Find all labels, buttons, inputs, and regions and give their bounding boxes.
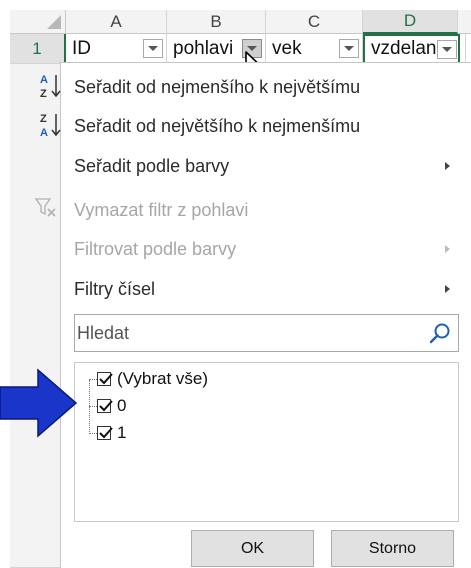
cell-a1[interactable]: ID <box>66 34 167 64</box>
row-headers <box>10 64 66 568</box>
search-box[interactable]: Hledat <box>74 314 459 352</box>
svg-text:A: A <box>40 127 48 139</box>
checklist-item-label: (Vybrat vše) <box>117 369 209 388</box>
clear-filter-icon <box>34 197 57 223</box>
check-icon <box>99 400 113 412</box>
column-letter: B <box>210 11 222 31</box>
column-header-e[interactable] <box>458 10 471 34</box>
checkbox[interactable] <box>97 399 113 413</box>
cell-text: vek <box>272 37 302 59</box>
tree-line <box>89 406 97 407</box>
number-filters-label: Filtry čísel <box>74 278 155 299</box>
sort-ascending-item[interactable]: AZ Seřadit od nejmenšího k největšímu <box>40 68 471 106</box>
checklist-item-1[interactable]: 1 <box>97 422 126 444</box>
svg-text:Z: Z <box>40 88 47 100</box>
column-header-d[interactable]: D <box>363 10 458 34</box>
cell-text: ID <box>72 37 91 59</box>
column-header-a[interactable]: A <box>66 10 167 34</box>
sort-by-color-label: Seřadit podle barvy <box>74 155 230 176</box>
sort-a-z-icon: AZ <box>39 72 61 100</box>
chevron-right-icon <box>445 162 450 170</box>
checklist-item-select-all[interactable]: (Vybrat vše) <box>97 368 208 390</box>
check-icon <box>99 427 113 439</box>
tree-line <box>89 380 90 434</box>
sort-descending-item[interactable]: ZA Seřadit od největšího k nejmenšímu <box>40 107 471 145</box>
checkbox[interactable] <box>97 372 113 386</box>
tree-line <box>89 433 97 434</box>
row-header-1[interactable]: 1 <box>10 34 66 64</box>
blue-arrow-icon <box>0 368 78 438</box>
triangle-down-icon <box>344 46 354 51</box>
check-icon <box>99 373 113 385</box>
column-letter: A <box>110 11 122 31</box>
magnifier-icon[interactable] <box>428 322 452 346</box>
autofilter-menu: AZ Seřadit od nejmenšího k největšímu ZA… <box>34 62 471 568</box>
number-filters-item[interactable]: Filtry čísel <box>61 270 471 308</box>
cell-c1[interactable]: vek <box>266 34 363 64</box>
cell-text: pohlavi <box>173 37 234 59</box>
row-number: 1 <box>32 38 42 58</box>
checkbox[interactable] <box>97 426 113 440</box>
filter-by-color-label: Filtrovat podle barvy <box>74 238 237 259</box>
checklist-item-0[interactable]: 0 <box>97 395 126 417</box>
sort-descending-label: Seřadit od největšího k nejmenšímu <box>74 115 361 136</box>
checklist-item-label: 1 <box>117 423 127 442</box>
select-all-corner[interactable] <box>10 10 66 34</box>
column-letter: D <box>403 11 417 30</box>
triangle-down-icon <box>442 47 452 52</box>
tree-line <box>89 379 97 380</box>
column-letter: C <box>307 11 321 31</box>
clear-filter-item: Vymazat filtr z pohlavi <box>34 191 471 229</box>
triangle-down-icon <box>148 46 158 51</box>
sort-ascending-label: Seřadit od nejmenšího k největšímu <box>74 76 361 97</box>
checklist-item-label: 0 <box>117 396 127 415</box>
column-header-b[interactable]: B <box>167 10 266 34</box>
ok-label: OK <box>240 539 265 557</box>
value-checklist: (Vybrat vše) 0 1 <box>74 362 459 522</box>
chevron-right-icon <box>445 245 450 253</box>
cell-d1[interactable]: vzdelan <box>363 34 460 64</box>
ok-button[interactable]: OK <box>191 530 314 567</box>
filter-dropdown-a[interactable] <box>143 39 163 58</box>
cancel-label: Storno <box>368 539 417 557</box>
cancel-button[interactable]: Storno <box>331 530 454 567</box>
filter-dropdown-c[interactable] <box>339 39 359 58</box>
chevron-right-icon <box>445 285 450 293</box>
column-header-c[interactable]: C <box>266 10 363 34</box>
cell-text: vzdelan <box>371 38 437 59</box>
filter-by-color-item: Filtrovat podle barvy <box>61 230 471 268</box>
filter-dropdown-d[interactable] <box>437 40 457 59</box>
search-placeholder: Hledat <box>77 322 130 343</box>
clear-filter-label: Vymazat filtr z pohlavi <box>74 199 249 220</box>
sort-by-color-item[interactable]: Seřadit podle barvy <box>61 147 471 185</box>
sort-z-a-icon: ZA <box>39 111 61 139</box>
svg-text:Z: Z <box>40 113 47 125</box>
svg-text:A: A <box>40 74 48 86</box>
